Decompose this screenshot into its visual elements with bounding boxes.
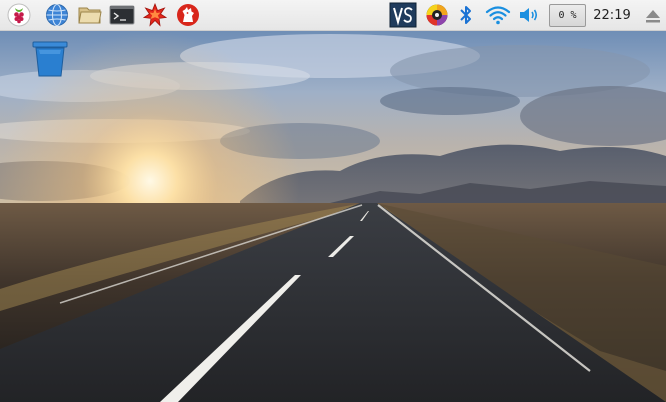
terminal-button[interactable] <box>109 2 135 28</box>
wifi-tray-button[interactable] <box>485 2 511 28</box>
trash-icon <box>30 41 70 84</box>
eject-icon <box>643 3 663 27</box>
clock-time: 22:19 <box>593 8 631 23</box>
cpu-usage-monitor[interactable]: 0 % <box>549 4 586 27</box>
mathematica-icon <box>143 3 167 27</box>
wolfram-icon <box>176 3 200 27</box>
cpu-usage-label: 0 % <box>558 10 577 21</box>
folder-icon <box>77 3 103 27</box>
vnc-tray-button[interactable] <box>389 2 417 28</box>
desktop-screen: 0 % 22:19 <box>0 0 666 402</box>
wolfram-button[interactable] <box>175 2 201 28</box>
trash-desktop-icon[interactable] <box>30 40 70 80</box>
vnc-icon <box>389 2 417 28</box>
eject-tray-button[interactable] <box>640 2 666 28</box>
globe-icon <box>45 3 69 27</box>
road-sunset-wallpaper <box>0 31 666 402</box>
wifi-icon <box>485 3 511 27</box>
mathematica-button[interactable] <box>142 2 168 28</box>
file-manager-button[interactable] <box>77 2 103 28</box>
updater-tray-button[interactable] <box>424 2 450 28</box>
bluetooth-tray-button[interactable] <box>453 2 479 28</box>
raspberry-icon <box>7 3 31 27</box>
bluetooth-icon <box>456 3 476 27</box>
web-browser-button[interactable] <box>44 2 70 28</box>
clock[interactable]: 22:19 <box>592 0 632 31</box>
volume-icon <box>517 3 541 27</box>
volume-tray-button[interactable] <box>516 2 542 28</box>
raspberry-menu-button[interactable] <box>6 2 32 28</box>
updater-icon <box>425 3 449 27</box>
terminal-icon <box>109 3 135 27</box>
taskbar: 0 % 22:19 <box>0 0 666 31</box>
